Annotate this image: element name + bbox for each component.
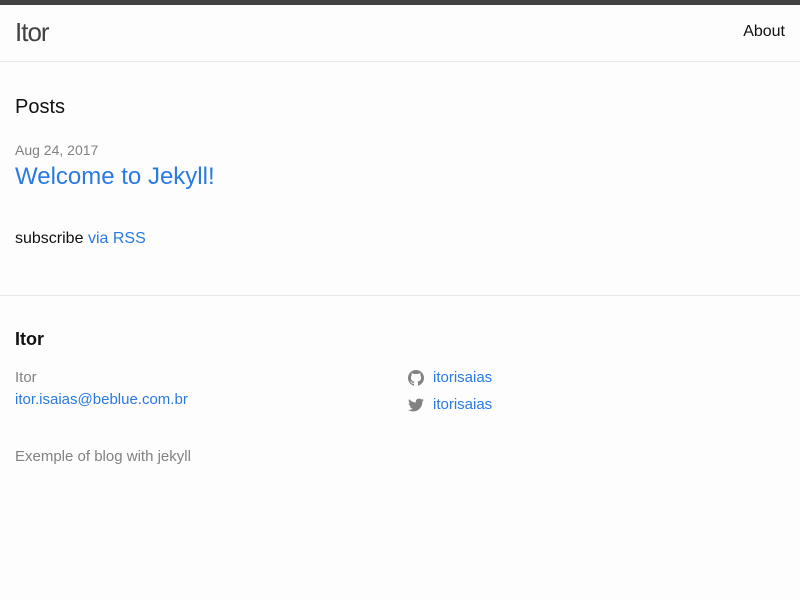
footer-heading: Itor (15, 329, 44, 349)
twitter-link[interactable]: itorisaias (408, 396, 492, 414)
footer-email-link[interactable]: itor.isaias@beblue.com.br (15, 391, 188, 409)
posts-heading: Posts (15, 96, 66, 118)
site-title[interactable]: Itor (15, 17, 50, 47)
github-username: itorisaias (433, 369, 493, 386)
post-date: Aug 24, 2017 (15, 142, 99, 158)
footer-author-name: Itor (15, 369, 37, 386)
site-footer: Itor Itor itor.isaias@beblue.com.br itor… (0, 296, 800, 599)
twitter-username: itorisaias (433, 396, 493, 413)
rss-link[interactable]: via RSS (88, 230, 146, 247)
subscribe-text: subscribe (15, 230, 84, 247)
site-header: Itor About (0, 5, 800, 62)
rss-subscribe: subscribe via RSS (15, 229, 146, 249)
page-content: Posts Aug 24, 2017 Welcome to Jekyll! su… (0, 62, 800, 296)
github-icon (408, 370, 424, 386)
github-link[interactable]: itorisaias (408, 369, 492, 387)
site-description: Exemple of blog with jekyll (15, 448, 191, 465)
twitter-icon (408, 397, 424, 413)
nav-link-about[interactable]: About (743, 22, 785, 42)
post-title-link[interactable]: Welcome to Jekyll! (15, 162, 215, 192)
